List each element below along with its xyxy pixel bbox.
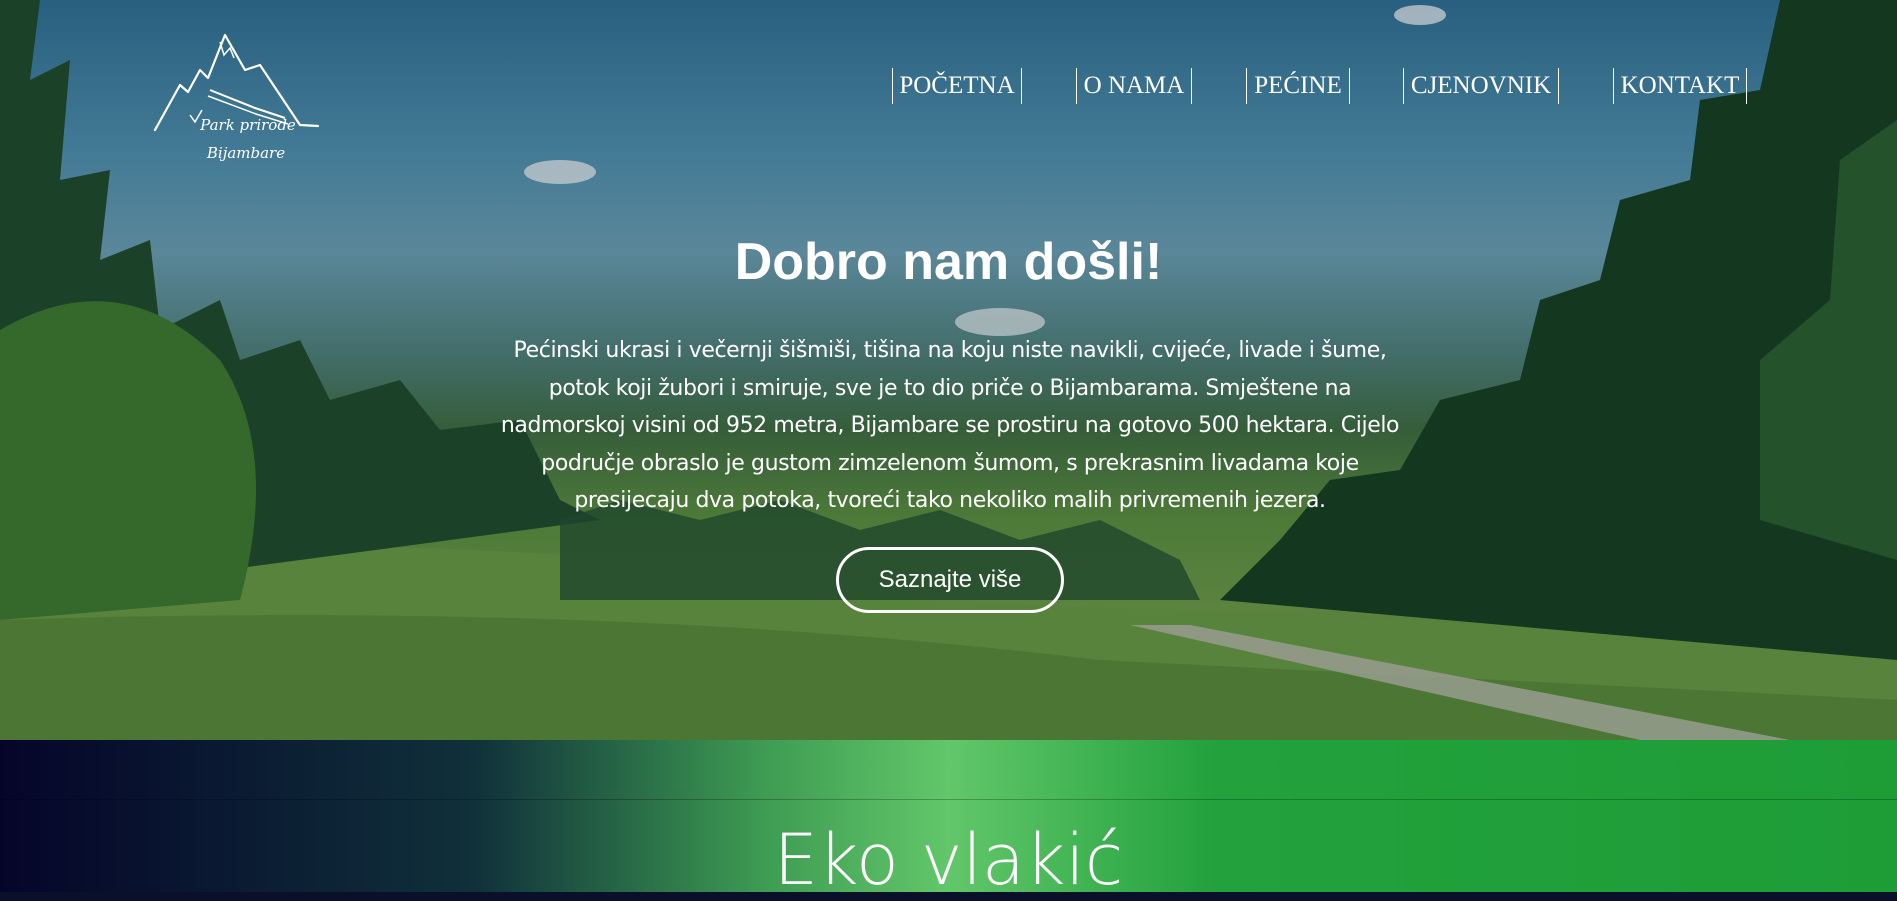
brand-line-1: Park prirode	[200, 116, 296, 134]
brand-line-2: Bijambare	[206, 144, 286, 162]
section-title: Eko vlakić	[773, 819, 1124, 901]
intro-line: nadmorskoj visini od 952 metra, Bijambar…	[500, 413, 1400, 438]
nav-item-pecine[interactable]: PEĆINE	[1246, 68, 1350, 104]
intro-line: područje obraslo je gustom zimzelenom šu…	[541, 450, 1359, 476]
nav-item-cjenovnik[interactable]: CJENOVNIK	[1403, 68, 1559, 104]
intro-line: Pećinski ukrasi i večernji šišmiši, tiši…	[513, 338, 1387, 363]
hero-intro: Pećinski ukrasi i večernji šišmiši, tiši…	[500, 332, 1400, 520]
hero-title: Dobro nam došli!	[734, 233, 1163, 291]
nav-item-pocetna[interactable]: POČETNA	[892, 68, 1022, 104]
intro-line: presijecaju dva potoka, tvoreći tako nek…	[574, 488, 1326, 513]
learn-more-button[interactable]: Saznajte više	[836, 547, 1064, 613]
nav-item-kontakt[interactable]: KONTAKT	[1613, 68, 1747, 104]
intro-line: potok koji žubori i smiruje, sve je to d…	[548, 375, 1352, 401]
divider	[0, 799, 1897, 800]
nav-item-o-nama[interactable]: O NAMA	[1076, 68, 1192, 104]
